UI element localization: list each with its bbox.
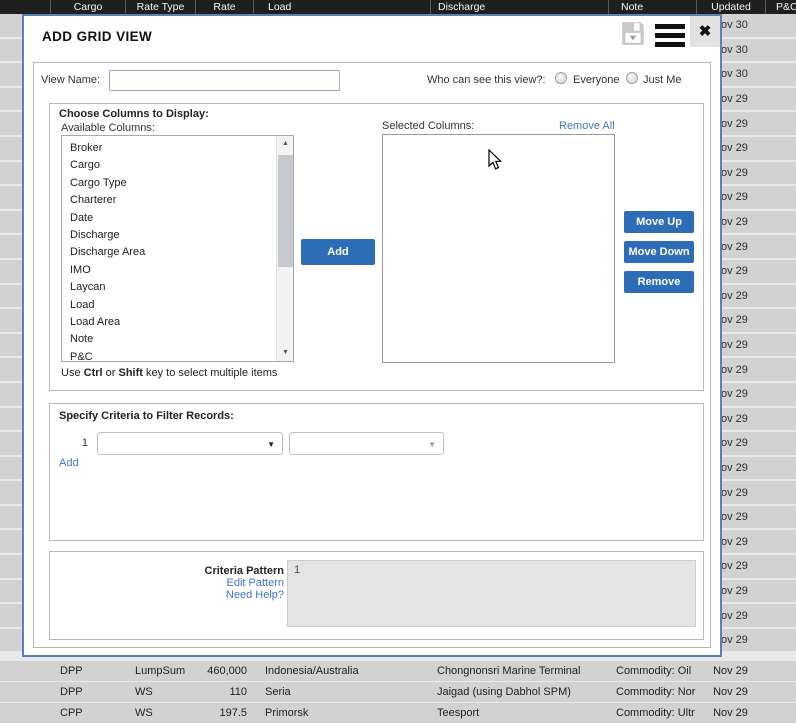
list-item[interactable]: Discharge Area <box>70 244 293 261</box>
cell-rate-type: WS <box>125 703 195 723</box>
list-item[interactable]: Date <box>70 210 293 227</box>
cell-load: Indonesia/Australia <box>253 661 430 681</box>
radio-just-me[interactable] <box>626 72 638 84</box>
scroll-up-icon[interactable]: ▲ <box>277 136 294 152</box>
scroll-down-icon[interactable]: ▼ <box>277 345 294 361</box>
menu-icon[interactable] <box>655 24 685 47</box>
close-icon[interactable]: ✖ <box>690 16 720 47</box>
choose-columns-title: Choose Columns to Display: <box>59 108 209 120</box>
criteria-row-number: 1 <box>76 437 88 449</box>
move-up-button[interactable]: Move Up <box>624 211 694 233</box>
column-header-load[interactable]: Load <box>253 0 430 14</box>
filter-criteria-title: Specify Criteria to Filter Records: <box>59 410 234 422</box>
cell-rate: 197.5 <box>195 703 253 723</box>
dialog-title: ADD GRID VIEW <box>42 29 152 44</box>
grid-bottom-rows: DPP LumpSum 460,000 Indonesia/Australia … <box>0 660 796 723</box>
column-header-rate[interactable]: Rate <box>195 0 253 14</box>
list-item[interactable]: Load <box>70 297 293 314</box>
radio-just-me-label: Just Me <box>643 74 682 86</box>
cell-rate: 110 <box>195 682 253 702</box>
cell-note: Commodity: Nor <box>608 682 696 702</box>
criteria-pattern-section: Criteria Pattern Edit Pattern Need Help?… <box>49 551 704 640</box>
chevron-down-icon: ▼ <box>267 440 275 449</box>
list-item[interactable]: Cargo Type <box>70 175 293 192</box>
cell-rate-type: WS <box>125 682 195 702</box>
list-item[interactable]: Note <box>70 331 293 348</box>
cell-pc <box>765 682 796 702</box>
list-item[interactable]: Broker <box>70 140 293 157</box>
remove-button[interactable]: Remove <box>624 271 694 293</box>
column-header-blank[interactable] <box>0 0 50 14</box>
mouse-cursor <box>488 149 502 170</box>
column-header-updated[interactable]: Updated <box>696 0 765 14</box>
cell-cargo: CPP <box>50 703 125 723</box>
grid-column-header: Cargo Rate Type Rate Load Discharge Note… <box>0 0 796 14</box>
cell-load: Primorsk <box>253 703 430 723</box>
radio-everyone-label: Everyone <box>573 74 619 86</box>
cell-rate-type: LumpSum <box>125 661 195 681</box>
radio-everyone[interactable] <box>555 72 567 84</box>
cell-rate: 460,000 <box>195 661 253 681</box>
cell-discharge: Jaigad (using Dabhol SPM) <box>430 682 608 702</box>
view-name-label: View Name: <box>41 74 100 86</box>
available-columns-label: Available Columns: <box>61 122 155 134</box>
need-help-link[interactable]: Need Help? <box>50 589 284 601</box>
filter-criteria-section: Specify Criteria to Filter Records: 1 ▼ … <box>49 403 704 541</box>
cell-pc <box>765 703 796 723</box>
criteria-pattern-textarea: 1 <box>287 560 696 627</box>
remove-all-link[interactable]: Remove All <box>559 120 615 132</box>
app-screen: Cargo Rate Type Rate Load Discharge Note… <box>0 0 796 723</box>
cell-note: Commodity: Ultr <box>608 703 696 723</box>
cell-cargo: DPP <box>50 661 125 681</box>
list-item[interactable]: Charterer <box>70 192 293 209</box>
list-item[interactable]: Load Area <box>70 314 293 331</box>
criteria-field-dropdown[interactable]: ▼ <box>97 432 283 455</box>
add-criteria-link[interactable]: Add <box>59 457 79 469</box>
list-item[interactable]: Discharge <box>70 227 293 244</box>
column-header-note[interactable]: Note <box>608 0 696 14</box>
criteria-operator-dropdown[interactable]: ▼ <box>289 432 444 455</box>
list-item[interactable]: Cargo <box>70 157 293 174</box>
visibility-question: Who can see this view?: <box>427 74 546 86</box>
move-down-button[interactable]: Move Down <box>624 241 694 263</box>
selected-columns-listbox[interactable] <box>382 134 615 363</box>
table-row[interactable]: DPP WS 110 Seria Jaigad (using Dabhol SP… <box>0 682 796 702</box>
cell-pc <box>765 661 796 681</box>
table-row[interactable]: CPP WS 197.5 Primorsk Teesport Commodity… <box>0 703 796 723</box>
available-columns-listbox[interactable]: Broker Cargo Cargo Type Charterer Date D… <box>61 135 294 362</box>
cell-cargo: DPP <box>50 682 125 702</box>
column-header-discharge[interactable]: Discharge <box>430 0 608 14</box>
cell-updated: Nov 29 <box>696 682 765 702</box>
scrollbar[interactable]: ▲ ▼ <box>276 136 293 361</box>
save-icon[interactable] <box>620 20 646 47</box>
list-item[interactable]: Laycan <box>70 279 293 296</box>
choose-columns-section: Choose Columns to Display: Available Col… <box>49 103 704 391</box>
column-header-pc[interactable]: P&C <box>765 0 796 14</box>
edit-pattern-link[interactable]: Edit Pattern <box>50 577 284 589</box>
scrollbar-thumb[interactable] <box>278 155 293 267</box>
multi-select-hint: Use Ctrl or Shift key to select multiple… <box>61 367 277 379</box>
cell-discharge: Chongnonsri Marine Terminal <box>430 661 608 681</box>
cell-updated: Nov 29 <box>696 703 765 723</box>
list-item[interactable]: P&C <box>70 349 293 362</box>
cell-load: Seria <box>253 682 430 702</box>
dialog-content: View Name: Who can see this view?: Every… <box>33 62 711 648</box>
column-header-rate-type[interactable]: Rate Type <box>125 0 195 14</box>
chevron-down-icon: ▼ <box>428 440 436 449</box>
cell-updated: Nov 29 <box>696 661 765 681</box>
add-grid-view-dialog: ADD GRID VIEW ✖ View Name: Who can see t… <box>22 14 722 657</box>
criteria-pattern-label: Criteria Pattern <box>50 565 284 577</box>
view-name-input[interactable] <box>109 70 340 91</box>
cell-discharge: Teesport <box>430 703 608 723</box>
selected-columns-label: Selected Columns: <box>382 120 474 132</box>
column-header-cargo[interactable]: Cargo <box>50 0 125 14</box>
table-row[interactable]: DPP LumpSum 460,000 Indonesia/Australia … <box>0 661 796 681</box>
add-columns-button[interactable]: Add <box>301 239 375 265</box>
list-item[interactable]: IMO <box>70 262 293 279</box>
cell-note: Commodity: Oil <box>608 661 696 681</box>
